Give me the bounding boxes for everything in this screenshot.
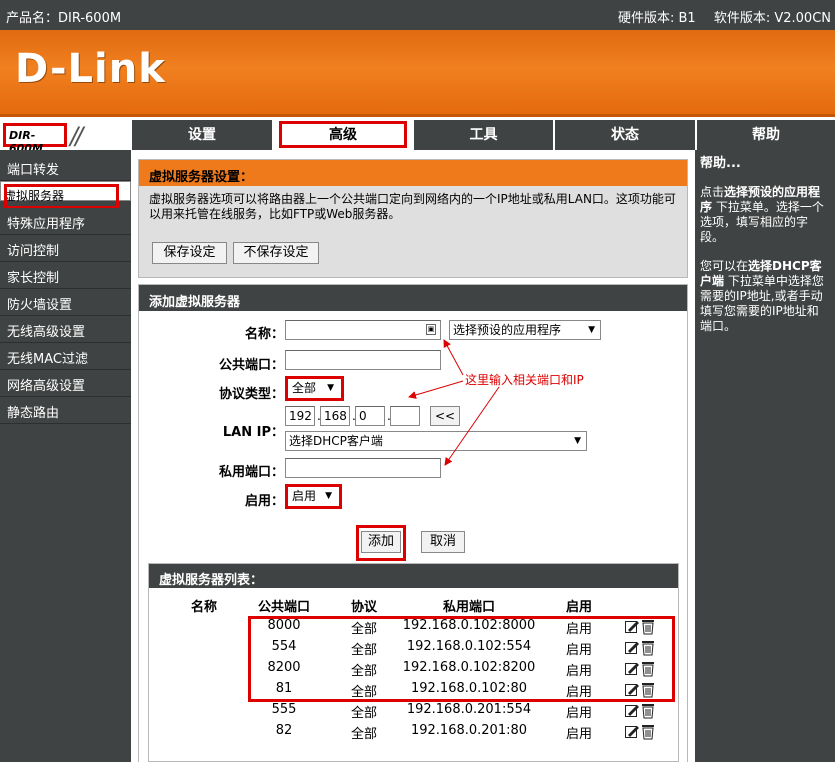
edit-icon[interactable] — [625, 724, 639, 740]
main-nav: DIR-600M // 设置 高级 工具 状态 帮助 — [0, 120, 835, 155]
edit-icon[interactable] — [625, 682, 639, 698]
product-name: 产品名：DIR-600M — [6, 11, 122, 26]
sidebar-item-port-forwarding[interactable]: 端口转发 — [0, 154, 131, 181]
main-content: 虚拟服务器设置： 虚拟服务器选项可以将路由器上一个公共端口定向到网络内的一个IP… — [131, 150, 694, 762]
sidebar-item-wireless-advanced[interactable]: 无线高级设置 — [0, 316, 131, 343]
slash-decoration: // — [70, 122, 83, 150]
server-list-title: 虚拟服务器列表： — [149, 564, 678, 588]
cell-protocol: 全部 — [350, 727, 377, 742]
cell-protocol: 全部 — [350, 643, 377, 658]
tab-help[interactable]: 帮助 — [695, 120, 835, 150]
settings-panel: 虚拟服务器设置： 虚拟服务器选项可以将路由器上一个公共端口定向到网络内的一个IP… — [138, 159, 688, 278]
add-button[interactable]: 添加 — [361, 531, 401, 553]
settings-description: 虚拟服务器选项可以将路由器上一个公共端口定向到网络内的一个IP地址或私用LAN口… — [149, 192, 676, 221]
trash-icon[interactable] — [641, 640, 655, 656]
cancel-button[interactable]: 取消 — [421, 531, 465, 553]
sidebar-item-parental-control[interactable]: 家长控制 — [0, 262, 131, 289]
trash-icon[interactable] — [641, 682, 655, 698]
col-header-protocol: 协议 — [350, 600, 377, 615]
cell-enable: 启用 — [565, 727, 592, 742]
cell-private-port: 192.168.0.201:80 — [410, 723, 528, 738]
edit-icon[interactable] — [625, 640, 639, 656]
cell-enable: 启用 — [565, 622, 592, 637]
col-header-name: 名称 — [190, 600, 217, 615]
edit-icon[interactable] — [625, 703, 639, 719]
cell-private-port: 192.168.0.201:554 — [406, 702, 532, 717]
firmware-version: 软件版本: V2.00CN — [713, 11, 831, 26]
tab-status[interactable]: 状态 — [553, 120, 695, 150]
cell-private-port: 192.168.0.102:8200 — [402, 660, 536, 675]
sidebar-item-virtual-server[interactable]: 虚拟服务器 — [0, 181, 131, 209]
cell-public-port: 554 — [271, 639, 297, 654]
sidebar: 端口转发 虚拟服务器 特殊应用程序 访问控制 家长控制 防火墙设置 无线高级设置… — [0, 150, 131, 762]
sidebar-item-firewall[interactable]: 防火墙设置 — [0, 289, 131, 316]
tab-advanced[interactable]: 高级 — [272, 120, 412, 150]
cell-private-port: 192.168.0.102:8000 — [402, 618, 536, 633]
cell-enable: 启用 — [565, 685, 592, 700]
col-header-private-port: 私用端口 — [442, 600, 495, 615]
edit-icon[interactable] — [625, 619, 639, 635]
cell-public-port: 8000 — [267, 618, 301, 633]
help-panel: 帮助... 点击选择预设的应用程序 下拉菜单。选择一个选项，填写相应的字段。 您… — [695, 150, 835, 762]
trash-icon[interactable] — [641, 703, 655, 719]
trash-icon[interactable] — [641, 661, 655, 677]
cell-enable: 启用 — [565, 664, 592, 679]
model-label: DIR-600M — [3, 123, 67, 155]
help-title: 帮助... — [700, 156, 741, 171]
help-paragraph-2: 您可以在选择DHCP客户端 下拉菜单中选择您需要的IP地址,或者手动填写您需要的… — [700, 259, 824, 333]
hardware-version: 硬件版本: B1 — [618, 11, 696, 26]
cell-enable: 启用 — [565, 643, 592, 658]
cell-protocol: 全部 — [350, 664, 377, 679]
settings-title: 虚拟服务器设置： — [139, 160, 687, 186]
cell-public-port: 81 — [275, 681, 293, 696]
cell-private-port: 192.168.0.102:554 — [406, 639, 532, 654]
cell-protocol: 全部 — [350, 622, 377, 637]
server-list-panel: 虚拟服务器列表： 名称 公共端口 协议 私用端口 启用 8000 全部 192.16… — [148, 563, 679, 762]
trash-icon[interactable] — [641, 619, 655, 635]
save-settings-button[interactable]: 保存设定 — [152, 242, 227, 264]
annotation-arrows — [408, 339, 500, 466]
sidebar-item-wireless-mac-filter[interactable]: 无线MAC过滤 — [0, 343, 131, 370]
col-header-public-port: 公共端口 — [257, 600, 310, 615]
sidebar-item-special-apps[interactable]: 特殊应用程序 — [0, 208, 131, 235]
cell-private-port: 192.168.0.102:80 — [410, 681, 528, 696]
model-area: DIR-600M // — [0, 120, 130, 155]
col-header-enable: 启用 — [565, 600, 592, 615]
version-info: 硬件版本: B1 软件版本: V2.00CN — [604, 7, 831, 26]
trash-icon[interactable] — [641, 724, 655, 740]
cell-public-port: 8200 — [267, 660, 301, 675]
dlink-logo: D-Link — [15, 46, 166, 92]
help-paragraph-1: 点击选择预设的应用程序 下拉菜单。选择一个选项，填写相应的字段。 — [700, 185, 824, 244]
cell-enable: 启用 — [565, 706, 592, 721]
tab-tools[interactable]: 工具 — [412, 120, 553, 150]
sidebar-item-static-route[interactable]: 静态路由 — [0, 397, 131, 424]
cell-public-port: 555 — [271, 702, 297, 717]
cell-protocol: 全部 — [350, 685, 377, 700]
edit-icon[interactable] — [625, 661, 639, 677]
cell-protocol: 全部 — [350, 706, 377, 721]
banner: D-Link — [0, 30, 835, 117]
tab-setup[interactable]: 设置 — [130, 120, 272, 150]
sidebar-item-access-control[interactable]: 访问控制 — [0, 235, 131, 262]
dont-save-button[interactable]: 不保存设定 — [233, 242, 319, 264]
sidebar-item-network-advanced[interactable]: 网络高级设置 — [0, 370, 131, 397]
cell-public-port: 82 — [275, 723, 293, 738]
top-bar: 产品名：DIR-600M 硬件版本: B1 软件版本: V2.00CN — [0, 0, 835, 30]
